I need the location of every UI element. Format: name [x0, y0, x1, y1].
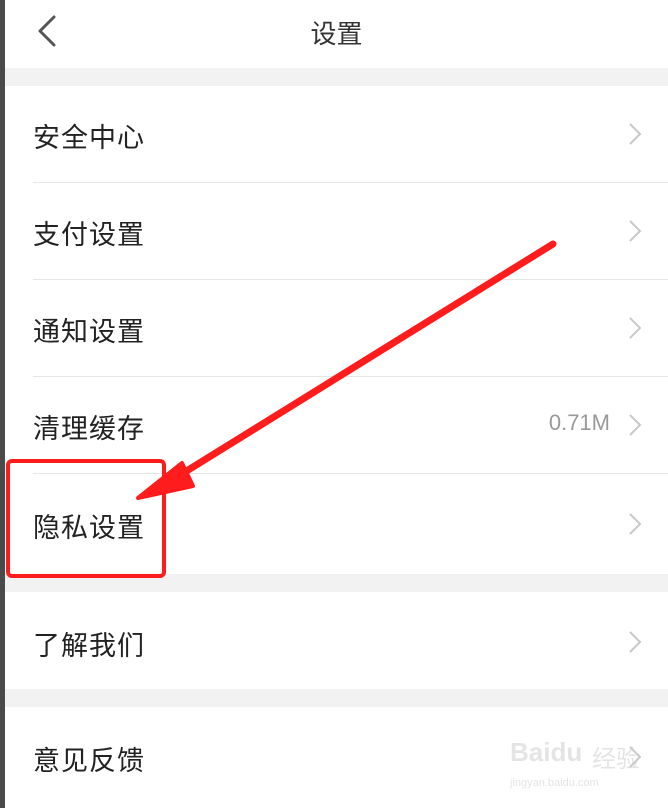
settings-item-payment[interactable]: 支付设置	[5, 183, 668, 280]
chevron-right-icon	[629, 317, 642, 339]
page-title: 设置	[310, 20, 363, 50]
chevron-right-icon	[629, 414, 642, 436]
watermark-brand-cn: 经验	[592, 745, 640, 773]
settings-item-label: 通知设置	[33, 317, 145, 348]
cache-size-value: 0.71M	[548, 410, 610, 435]
watermark-brand: Baidu	[510, 737, 583, 767]
annotation-highlight-box	[6, 459, 166, 578]
settings-item-label: 意见反馈	[33, 746, 145, 777]
baidu-jingyan-watermark: Baidu 经验 jingyan.baidu.com	[510, 733, 660, 803]
settings-item-security-center[interactable]: 安全中心	[5, 86, 668, 183]
nav-header: 设置	[5, 0, 668, 68]
settings-item-about-us[interactable]: 了解我们	[5, 592, 668, 689]
settings-item-label: 支付设置	[33, 220, 145, 251]
chevron-right-icon	[629, 123, 642, 145]
chevron-right-icon	[629, 220, 642, 242]
settings-item-notifications[interactable]: 通知设置	[5, 280, 668, 377]
chevron-right-icon	[629, 631, 642, 653]
settings-group-about: 了解我们	[5, 592, 668, 689]
left-edge-border	[0, 0, 5, 808]
settings-item-label: 了解我们	[33, 631, 145, 662]
settings-item-label: 安全中心	[33, 123, 145, 154]
watermark-url: jingyan.baidu.com	[510, 777, 599, 789]
chevron-right-icon	[629, 513, 642, 535]
settings-item-label: 清理缓存	[33, 414, 145, 445]
